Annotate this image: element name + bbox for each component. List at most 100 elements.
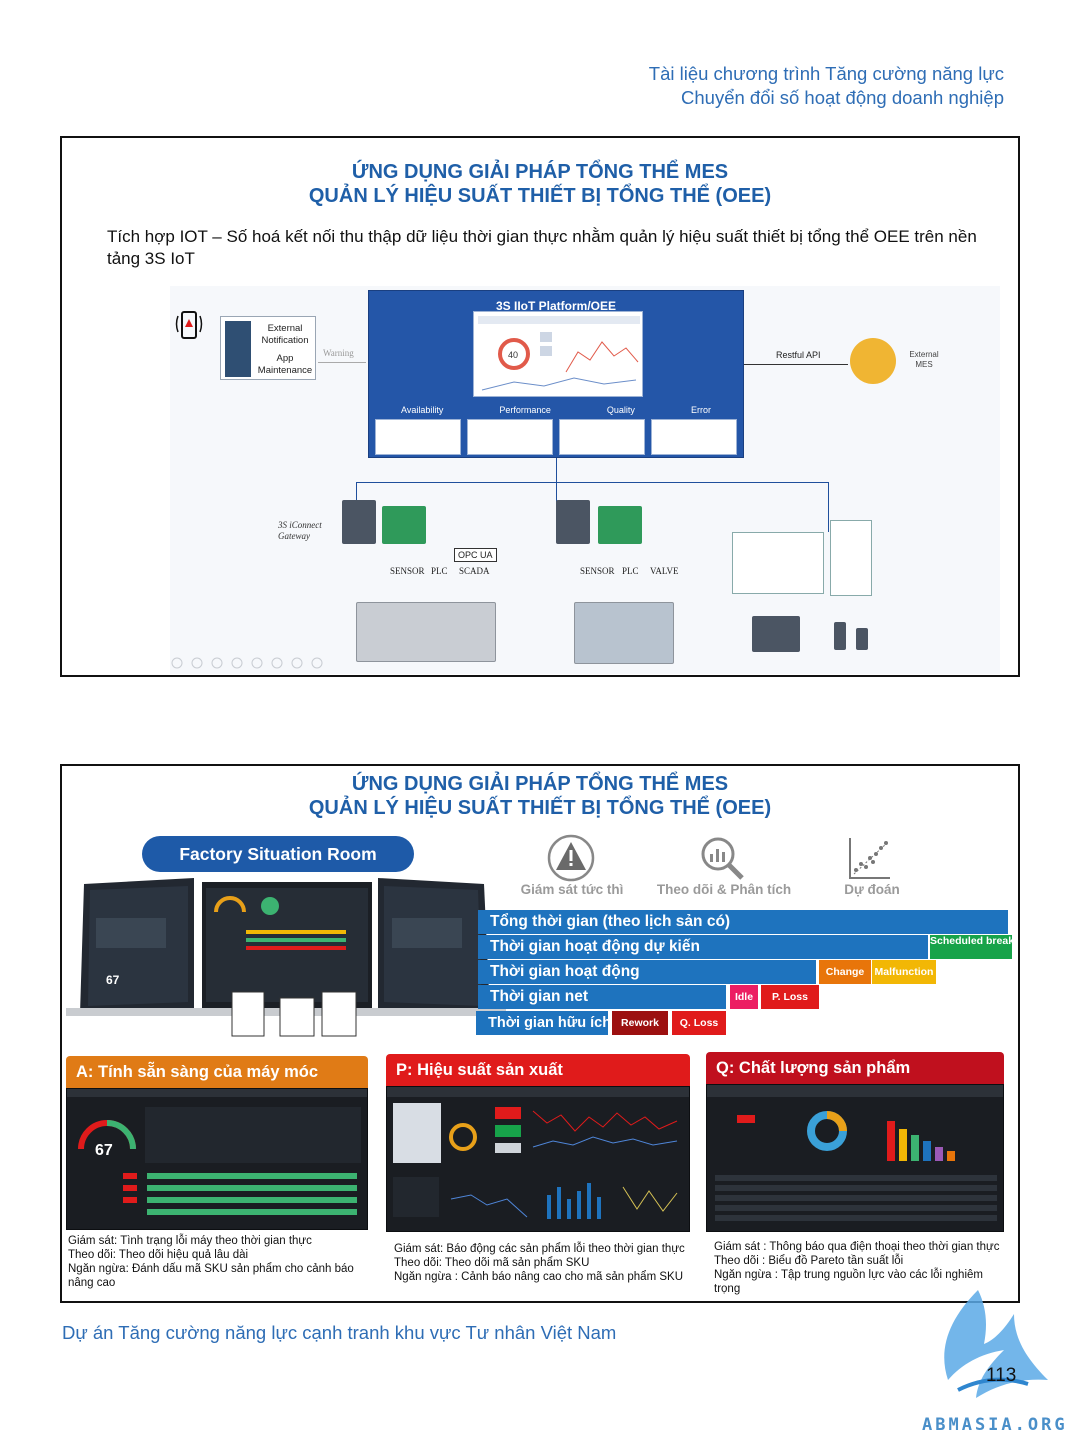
printing-machine-2 <box>574 602 674 664</box>
card-q-line-track: Theo dõi : Biểu đồ Pareto tần suất lỗi <box>714 1255 904 1267</box>
bar-total-time: Tổng thời gian (theo lịch sản có) <box>478 910 1008 934</box>
bar-rework: Rework <box>612 1011 668 1035</box>
slide-title-line-1: ỨNG DỤNG GIẢI PHÁP TỔNG THỂ MES <box>351 773 729 795</box>
notification-labels: External Notification App Maintenance <box>255 323 315 377</box>
document-footer: Dự án Tăng cường năng lực cạnh tranh khu… <box>62 1322 617 1343</box>
card-q-line-monitor: Giám sát : Thông báo qua điện thoại theo… <box>714 1241 1000 1253</box>
slide-intro-text: Tích hợp IOT – Số hoá kết nối thu thập d… <box>107 227 977 268</box>
icon-label-predict: Dự đoán <box>844 882 900 897</box>
dashboard-screen-mobile <box>830 520 872 596</box>
availability-thumbnail <box>375 419 461 455</box>
card-a-line-prevent: Ngăn ngừa: Đánh dấu mã SKU sản phẩm cho … <box>68 1263 354 1289</box>
bar-change: Change <box>819 960 871 984</box>
page-number: 113 <box>986 1365 1017 1386</box>
bar-net-time: Thời gian net <box>478 985 726 1009</box>
warning-label: Warning <box>323 348 354 358</box>
slide-title: ỨNG DỤNG GIẢI PHÁP TỔNG THỂ MES QUẢN LÝ … <box>62 160 1018 208</box>
phone-device <box>834 622 846 650</box>
bar-useful-time: Thời gian hữu ích <box>476 1011 611 1035</box>
opc-ua-label: OPC UA <box>454 548 497 562</box>
card-availability-title: A: Tính sẵn sàng của máy móc <box>66 1056 368 1088</box>
slide-title-line-2: QUẢN LÝ HIỆU SUẤT THIẾT BỊ TỔNG THỂ (OEE… <box>308 797 772 819</box>
bus-drop-3 <box>828 482 829 532</box>
slide-title-line-2: QUẢN LÝ HIỆU SUẤT THIẾT BỊ TỔNG THỂ (OEE… <box>308 185 772 207</box>
warning-connector <box>318 362 366 363</box>
external-mes-label: External MES <box>909 350 939 369</box>
printing-machine-1 <box>356 602 496 662</box>
card-p-line-track: Theo dõi: Theo dõi mã sản phẩm SKU <box>394 1257 590 1269</box>
scanner-device <box>856 628 868 650</box>
io-module-1 <box>382 506 426 544</box>
header-line-1: Tài liệu chương trình Tăng cường năng lự… <box>648 63 1004 84</box>
card-a-line-track: Theo dõi: Theo dõi hiệu quả lâu dài <box>68 1249 249 1261</box>
room-gauge-value: 67 <box>106 973 120 987</box>
restful-connector <box>744 364 848 365</box>
magnifier-chart-icon <box>701 837 744 880</box>
card-p-line-monitor: Giám sát: Báo động các sản phẩm lỗi theo… <box>394 1243 685 1255</box>
sensor-label-1: SENSOR <box>390 566 425 576</box>
card-quality-screenshot <box>706 1084 1004 1232</box>
card-availability-description: Giám sát: Tình trạng lỗi máy theo thời g… <box>68 1234 368 1290</box>
card-a-gauge-value: 67 <box>95 1142 113 1159</box>
icon-label-monitor: Giám sát tức thì <box>520 882 624 897</box>
card-performance-description: Giám sát: Báo động các sản phẩm lỗi theo… <box>394 1242 686 1284</box>
plc-label-2: PLC <box>622 566 639 576</box>
plc-label-1: PLC <box>431 566 448 576</box>
io-module-2 <box>598 506 642 544</box>
external-notification-label: External Notification <box>261 323 309 346</box>
document-header: Tài liệu chương trình Tăng cường năng lự… <box>649 62 1004 110</box>
iiot-platform-box: 3S IIoT Platform/OEE 40 Availability Per… <box>368 290 744 458</box>
app-maintenance-label: App Maintenance <box>257 353 313 376</box>
card-a-line-monitor: Giám sát: Tình trạng lỗi máy theo thời g… <box>68 1235 312 1247</box>
scatter-plot-icon <box>849 838 890 879</box>
abmasia-logo: ABMASIA.ORG <box>922 1290 1068 1435</box>
app-list-graphic <box>225 321 251 377</box>
hmi-tablet <box>752 616 800 652</box>
bar-planned-time: Thời gian hoạt động dự kiến <box>478 935 928 959</box>
viewer-toolbar-icons <box>171 657 323 669</box>
slide-title-line-1: ỨNG DỤNG GIẢI PHÁP TỔNG THỂ MES <box>351 161 729 183</box>
performance-thumbnail <box>467 419 553 455</box>
platform-module-labels: Availability Performance Quality Error <box>373 405 739 415</box>
bar-malfunction: Malfunction <box>872 960 936 984</box>
bus-connector-vertical <box>556 458 557 482</box>
phone-alert-icon <box>175 311 203 339</box>
icon-label-analyze: Theo dõi & Phân tích <box>656 882 792 897</box>
valve-label: VALVE <box>650 566 679 576</box>
situation-room-illustration: 67 <box>66 878 506 1037</box>
iiot-architecture-diagram: External Notification App Maintenance Wa… <box>170 286 1000 674</box>
bus-connector-horizontal <box>356 482 828 483</box>
gateway-label: 3S iConnect Gateway <box>278 520 322 541</box>
bar-scheduled-break: Scheduled break <box>930 935 1014 959</box>
gateway-device-2 <box>556 500 590 544</box>
platform-dashboard-screenshot: 40 <box>473 311 643 397</box>
platform-gauge-value: 40 <box>508 350 518 360</box>
svg-text:ABMASIA.ORG: ABMASIA.ORG <box>922 1415 1068 1435</box>
scada-label: SCADA <box>459 566 490 576</box>
bar-operating-time: Thời gian hoạt động <box>478 960 816 984</box>
slide-panel-oee: ỨNG DỤNG GIẢI PHÁP TỔNG THỂ MES QUẢN LÝ … <box>60 764 1020 1303</box>
card-quality-title: Q: Chất lượng sản phẩm <box>706 1052 1004 1084</box>
warning-icon <box>547 834 595 882</box>
slide-panel-iiot: ỨNG DỤNG GIẢI PHÁP TỔNG THỂ MES QUẢN LÝ … <box>60 136 1020 677</box>
notification-app-box: External Notification App Maintenance <box>220 316 316 380</box>
header-line-2: Chuyển đổi số hoạt động doanh nghiệp <box>681 87 1004 108</box>
sensor-label-2: SENSOR <box>580 566 615 576</box>
module-performance-label: Performance <box>499 405 551 415</box>
slide-title: ỨNG DỤNG GIẢI PHÁP TỔNG THỂ MES QUẢN LÝ … <box>62 772 1018 820</box>
module-availability-label: Availability <box>401 405 444 415</box>
gateway-device-1 <box>342 500 376 544</box>
module-thumbnails <box>375 419 737 455</box>
quality-thumbnail <box>559 419 645 455</box>
restful-api-label: Restful API <box>776 350 821 360</box>
external-mes-icon <box>850 338 896 384</box>
bar-q-loss: Q. Loss <box>672 1011 726 1035</box>
factory-situation-room-label: Factory Situation Room <box>142 836 414 872</box>
card-performance-title: P: Hiệu suất sản xuất <box>386 1054 690 1086</box>
bar-idle: Idle <box>730 985 758 1009</box>
bar-p-loss: P. Loss <box>761 985 819 1009</box>
card-performance-screenshot <box>386 1086 690 1232</box>
error-thumbnail <box>651 419 737 455</box>
card-p-line-prevent: Ngăn ngừa : Cảnh báo nâng cao cho mã sản… <box>394 1271 683 1283</box>
dashboard-screen-desktop <box>732 532 824 594</box>
